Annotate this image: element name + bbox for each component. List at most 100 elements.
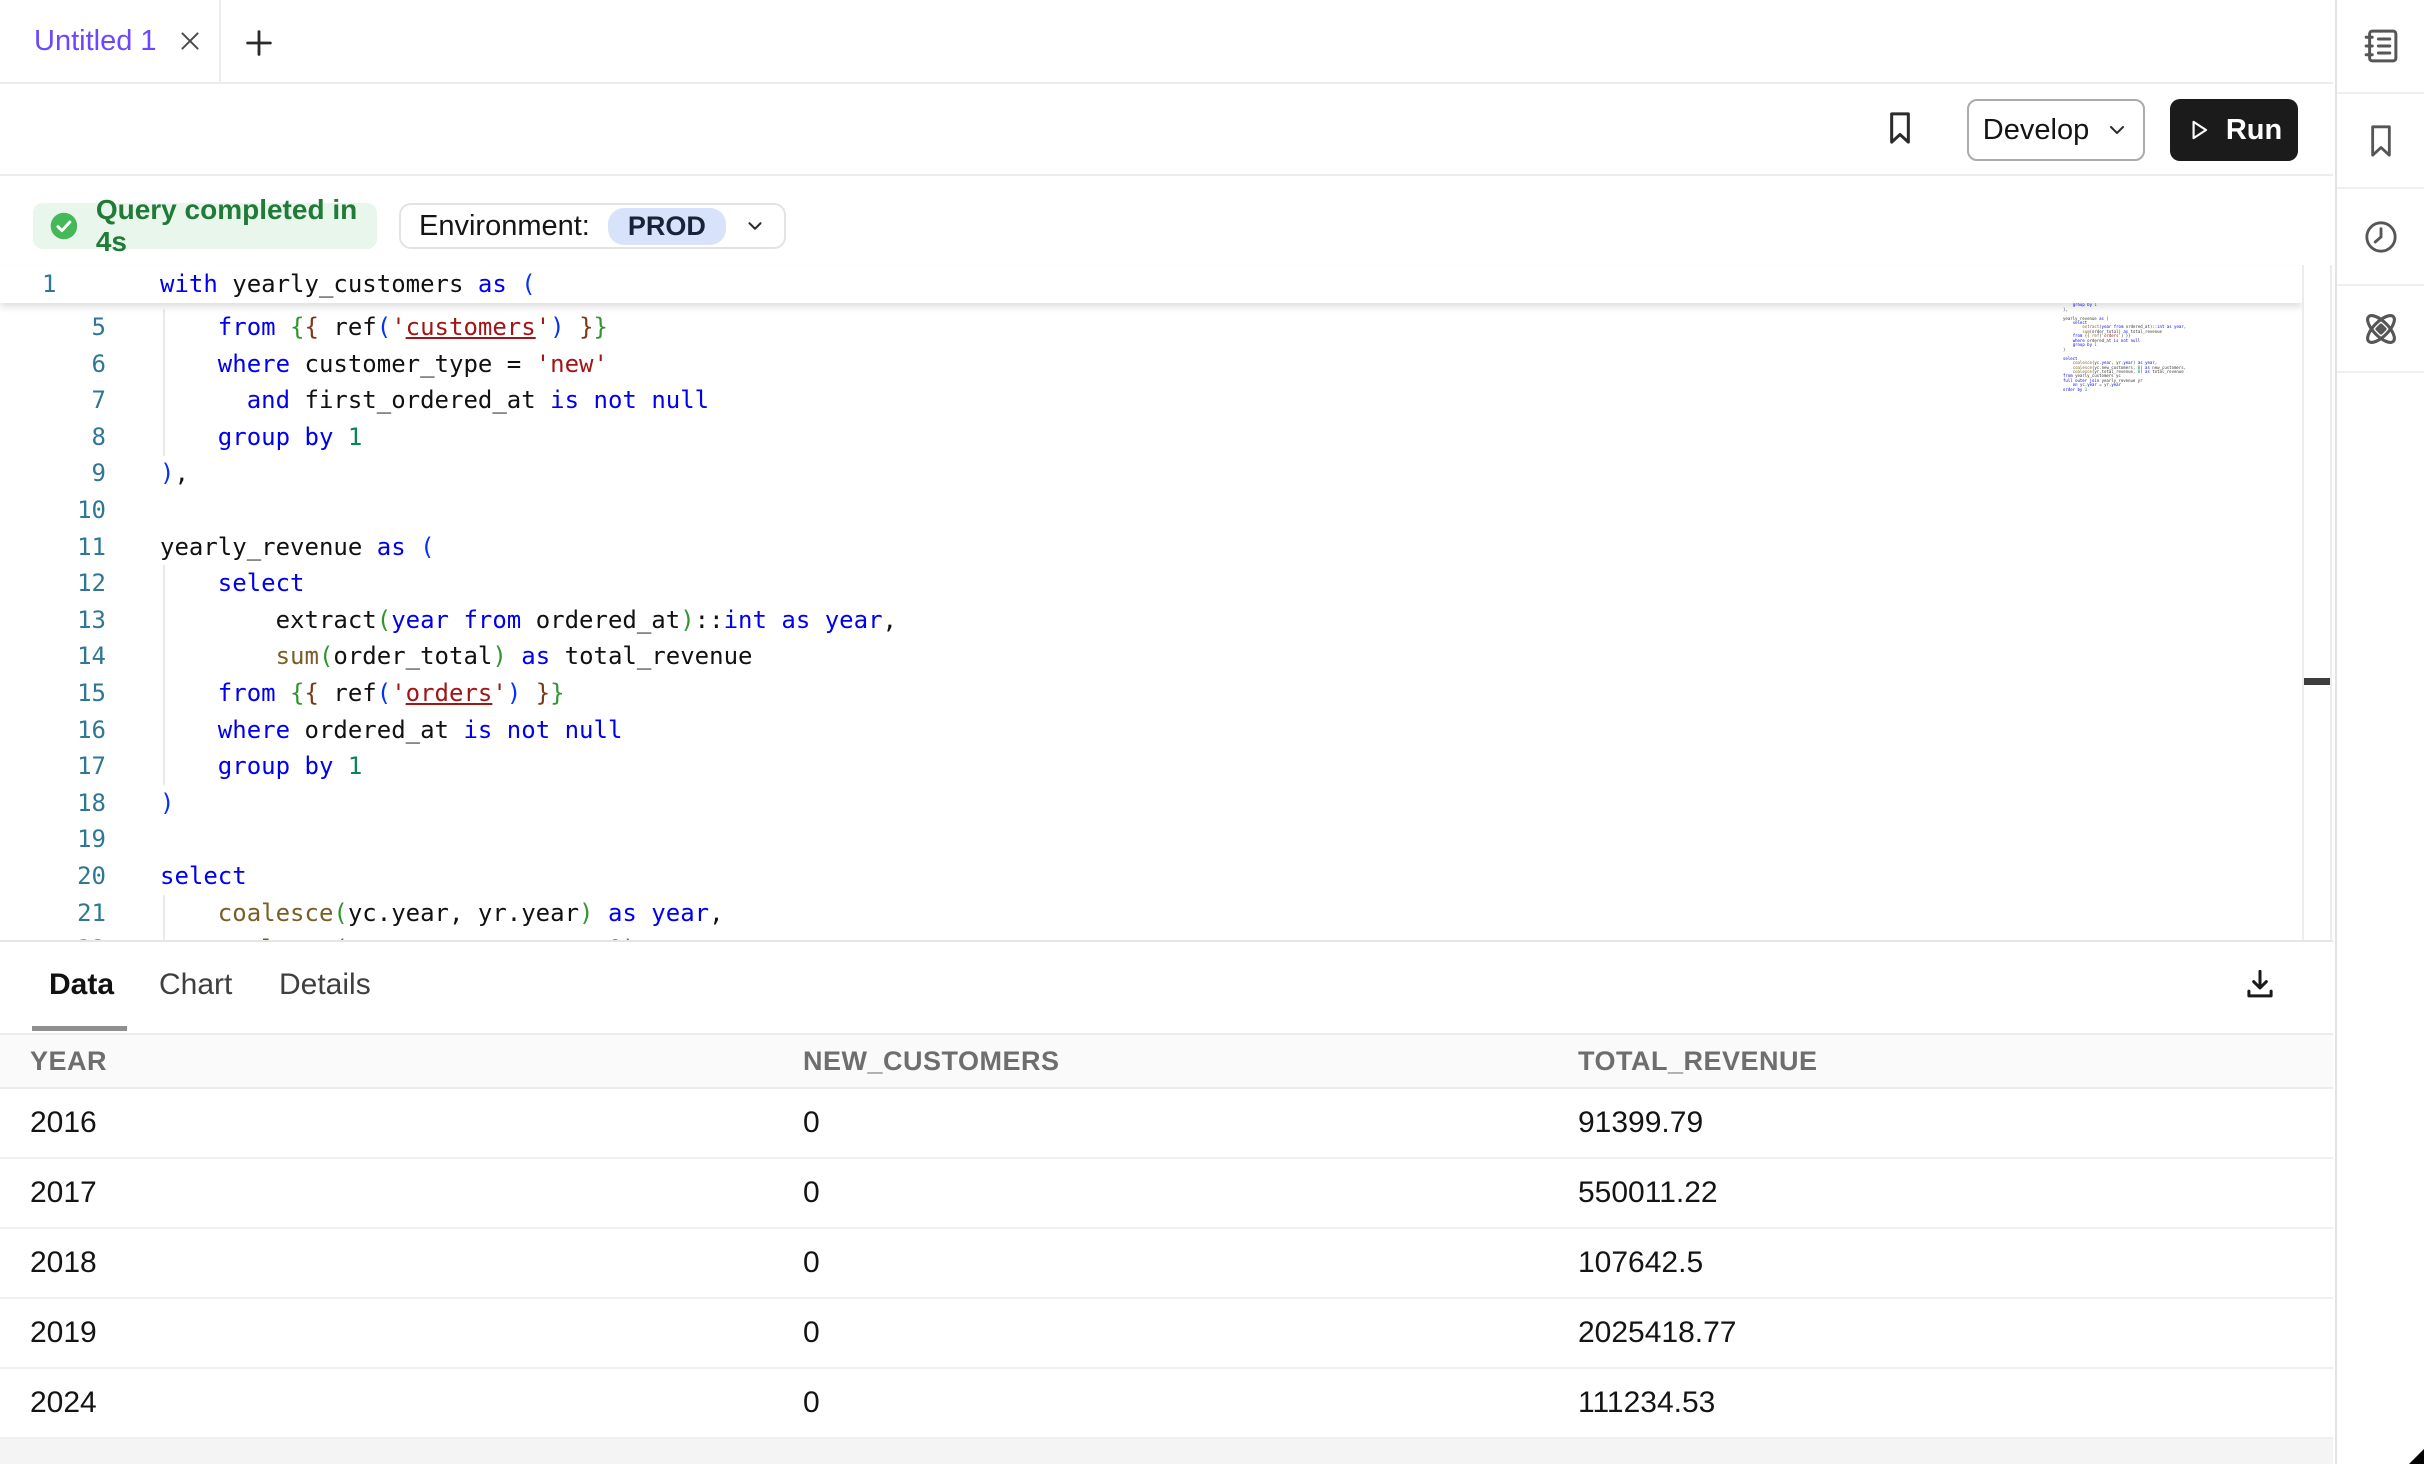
code-line-16[interactable]: 16 where ordered_at is not null: [0, 712, 2302, 749]
code-token: ': [391, 679, 405, 707]
tab-details[interactable]: Details: [279, 968, 371, 1002]
line-number: 13: [0, 602, 106, 639]
lineage-icon: [2359, 307, 2403, 351]
code-token: ): [579, 899, 593, 927]
code-token: ,: [883, 606, 897, 634]
editor-scrollbar-thumb[interactable]: [2304, 678, 2330, 685]
code-line-22[interactable]: 22 coalesce(yc.new_customers, 0) as new_…: [0, 931, 2302, 940]
code-token: select: [218, 569, 305, 597]
code-line-11[interactable]: 11yearly_revenue as (: [0, 529, 2302, 566]
code-token: (: [333, 899, 347, 927]
code-token: order_total: [333, 642, 492, 670]
environment-value-badge: PROD: [608, 208, 726, 245]
sidebar-item-history[interactable]: [2337, 189, 2424, 286]
code-line-8[interactable]: 8 group by 1: [0, 419, 2302, 456]
code-token: ): [160, 459, 174, 487]
notebook-icon: [2360, 25, 2402, 67]
table-cell: 107642.5: [1578, 1229, 1703, 1297]
code-token: [160, 423, 218, 451]
code-token: [160, 350, 218, 378]
chevron-down-icon: [2105, 118, 2129, 142]
table-cell: 91399.79: [1578, 1089, 1703, 1157]
ref-link[interactable]: orders: [406, 679, 493, 707]
code-token: ): [550, 313, 564, 341]
code-token: ::: [695, 606, 724, 634]
code-token: ,: [709, 899, 723, 927]
code-token: [521, 679, 535, 707]
ref-link[interactable]: customers: [406, 313, 536, 341]
line-number: 15: [0, 675, 106, 712]
code-token: as: [781, 606, 810, 634]
sidebar-item-notebook[interactable]: [2337, 0, 2424, 94]
code-token: [160, 899, 218, 927]
develop-label: Develop: [1983, 114, 2089, 147]
code-token: not: [594, 386, 637, 414]
code-token: is: [463, 716, 492, 744]
code-token: }: [536, 679, 550, 707]
resize-handle[interactable]: [2409, 1449, 2424, 1464]
code-editor[interactable]: 5 from {{ ref('customers') }}6 where cus…: [0, 265, 2302, 940]
code-line-21[interactable]: 21 coalesce(yc.year, yr.year) as year,: [0, 895, 2302, 932]
code-line-18[interactable]: 18): [0, 785, 2302, 822]
line-number: 21: [0, 895, 106, 932]
code-token: ,: [174, 459, 188, 487]
develop-button[interactable]: Develop: [1967, 99, 2145, 161]
code-line-6[interactable]: 6 where customer_type = 'new': [0, 346, 2302, 383]
code-token: year: [651, 899, 709, 927]
code-line-17[interactable]: 17 group by 1: [0, 748, 2302, 785]
tab-data[interactable]: Data: [49, 968, 114, 1002]
environment-select[interactable]: Environment: PROD: [399, 203, 786, 249]
close-icon[interactable]: [177, 28, 203, 54]
table-cell: 0: [803, 1299, 820, 1367]
line-number: 6: [0, 346, 106, 383]
code-line-19[interactable]: 19: [0, 821, 2302, 858]
code-line-13[interactable]: 13 extract(year from ordered_at)::int as…: [0, 602, 2302, 639]
sticky-line-1[interactable]: 1with yearly_customers as (: [0, 266, 2302, 303]
code-token: [276, 313, 290, 341]
history-icon: [2361, 217, 2401, 257]
code-token: ref: [319, 313, 377, 341]
tab-untitled-1[interactable]: Untitled 1: [0, 0, 221, 82]
code-token: null: [651, 386, 709, 414]
table-cell: 2016: [30, 1089, 97, 1157]
code-line-10[interactable]: 10: [0, 492, 2302, 529]
code-token: yc.year, yr.year: [348, 899, 579, 927]
right-sidebar: [2335, 0, 2424, 1464]
table-cell: 2017: [30, 1159, 97, 1227]
tab-bar: Untitled 1: [0, 0, 2333, 84]
code-token: year: [825, 606, 883, 634]
code-line-15[interactable]: 15 from {{ ref('orders') }}: [0, 675, 2302, 712]
code-token: as: [377, 533, 406, 561]
code-line-12[interactable]: 12 select: [0, 565, 2302, 602]
code-token: (: [377, 606, 391, 634]
download-button[interactable]: [2236, 960, 2284, 1008]
code-token: ): [160, 789, 174, 817]
code-token: as: [521, 642, 550, 670]
code-token: {: [305, 313, 319, 341]
table-row: 20240111234.53: [0, 1369, 2333, 1439]
code-line-9[interactable]: 9),: [0, 455, 2302, 492]
editor-scrollbar-track[interactable]: [2302, 265, 2332, 940]
code-line-14[interactable]: 14 sum(order_total) as total_revenue: [0, 638, 2302, 675]
tab-chart[interactable]: Chart: [159, 968, 232, 1002]
table-cell: 0: [803, 1369, 820, 1437]
active-tab-underline: [32, 1026, 127, 1031]
run-button[interactable]: Run: [2170, 99, 2298, 161]
code-line-5[interactable]: 5 from {{ ref('customers') }}: [0, 309, 2302, 346]
code-token: ): [680, 606, 694, 634]
results-panel: Data Chart Details YEARNEW_CUSTOMERSTOTA…: [0, 940, 2333, 1464]
code-line-20[interactable]: 20select: [0, 858, 2302, 895]
code-line-7[interactable]: 7 and first_ordered_at is not null: [0, 382, 2302, 419]
table-cell: 0: [803, 1159, 820, 1227]
line-number: 8: [0, 419, 106, 456]
code-token: [550, 716, 564, 744]
sidebar-item-lineage[interactable]: [2337, 286, 2424, 373]
bookmark-button[interactable]: [1872, 100, 1928, 156]
code-token: as: [478, 270, 507, 298]
new-tab-button[interactable]: [236, 20, 282, 66]
table-scrollbar-track[interactable]: [0, 1439, 2333, 1464]
sidebar-item-bookmarks[interactable]: [2337, 94, 2424, 189]
code-token: 1: [348, 752, 362, 780]
table-row: 20180107642.5: [0, 1229, 2333, 1299]
code-token: [160, 569, 218, 597]
